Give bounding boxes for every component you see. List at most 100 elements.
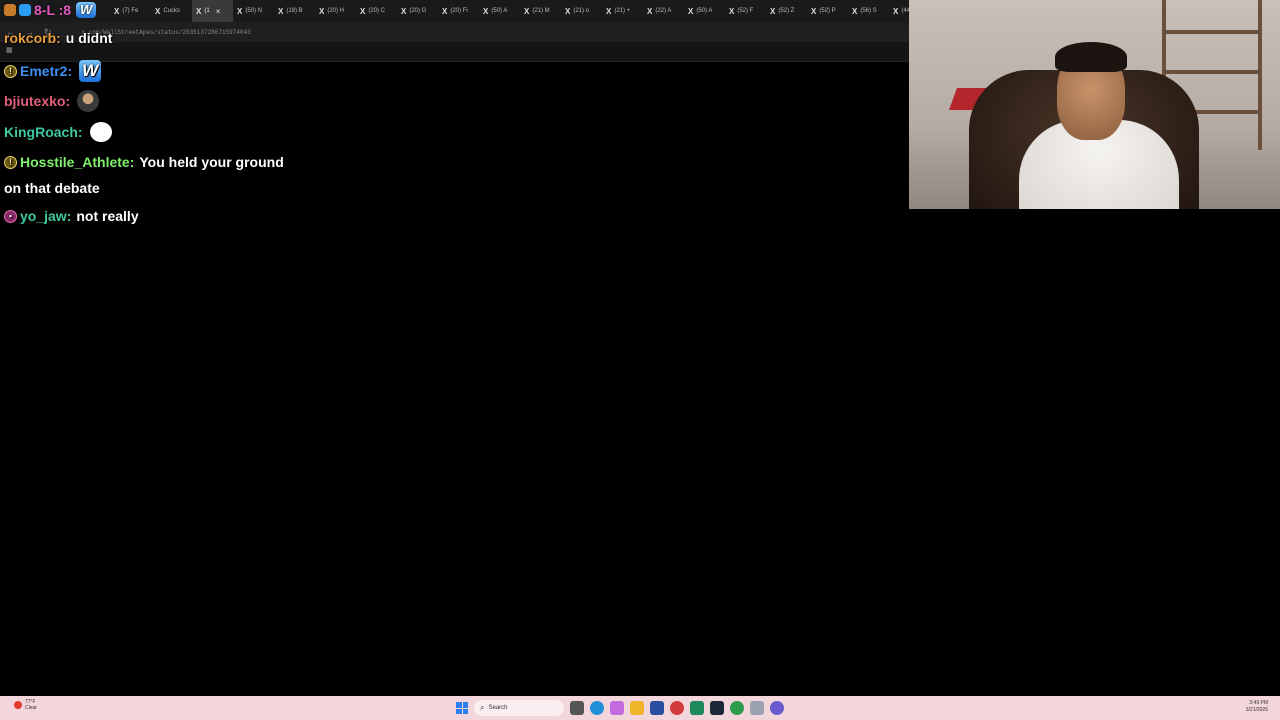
- browser-tab[interactable]: X (50) N: [233, 0, 274, 22]
- browser-tab-strip: X (7) Fe X Cucks X (1 × X (50) N X (18) B X (20) H X(…: [0, 0, 910, 22]
- x-logo-icon: X: [811, 6, 817, 16]
- badge-icon: •: [4, 209, 17, 223]
- speech-bubble-emote-icon: [89, 122, 112, 142]
- streamer-hair: [1055, 42, 1127, 72]
- browser-tab[interactable]: X (20) Fi: [438, 0, 479, 22]
- chat-text: You held your ground: [139, 154, 284, 170]
- browser-tab[interactable]: X (21) M: [520, 0, 561, 22]
- tab-label: (52) F: [737, 8, 754, 14]
- browser-tab[interactable]: X (18) B: [274, 0, 315, 22]
- chat-text: not really: [76, 208, 139, 224]
- tab-label: (52) P: [819, 8, 836, 14]
- browser-tab[interactable]: X (20) C: [356, 0, 397, 22]
- task-view-icon[interactable]: [570, 701, 584, 715]
- taskbar-apps: ⌕ Search: [456, 698, 784, 718]
- badge-icon: !: [4, 155, 17, 169]
- x-logo-icon: X: [114, 6, 120, 16]
- bookmarks-bar: ▦: [0, 42, 910, 62]
- browser-tab[interactable]: X (50) A: [684, 0, 725, 22]
- chat-text: u didnt: [65, 30, 113, 46]
- tab-label: (22) A: [655, 8, 672, 14]
- browser-tab[interactable]: X (1 ×: [192, 0, 233, 22]
- browser-tab[interactable]: X (52) F: [725, 0, 766, 22]
- chat-text: on that debate: [4, 180, 100, 196]
- badge-icon: [4, 4, 16, 16]
- tab-label: (1: [204, 8, 210, 14]
- chat-message: rokcorb: u didnt: [4, 30, 112, 46]
- chrome-icon[interactable]: [730, 701, 744, 715]
- chat-username: bjiutexko:: [4, 93, 71, 109]
- badge-icon: [19, 4, 31, 16]
- weather-desc: Clear: [25, 705, 37, 711]
- tab-label: (18) B: [286, 8, 303, 14]
- chat-message: ! Hosstile_Athlete: You held your ground: [4, 154, 284, 170]
- tab-label: (20) H: [327, 8, 345, 14]
- tab-label: (20) Fi: [450, 8, 468, 14]
- store-icon[interactable]: [650, 701, 664, 715]
- app-icon[interactable]: [670, 701, 684, 715]
- tab-label: (7) Fe: [122, 8, 139, 14]
- apps-grid-icon[interactable]: ▦: [6, 46, 13, 54]
- browser-tab[interactable]: X (21) o: [561, 0, 602, 22]
- x-logo-icon: X: [893, 6, 899, 16]
- browser-tab[interactable]: X (56) S: [848, 0, 889, 22]
- chat-message: KingRoach:: [4, 122, 112, 142]
- edge-icon[interactable]: [590, 701, 604, 715]
- tab-label: (52) Z: [778, 8, 795, 14]
- x-logo-icon: X: [688, 6, 694, 16]
- x-logo-icon: X: [360, 6, 366, 16]
- steam-icon[interactable]: [710, 701, 724, 715]
- browser-tab[interactable]: X Cucks: [151, 0, 192, 22]
- browser-tab[interactable]: X (52) Z: [766, 0, 807, 22]
- chat-username: Hosstile_Athlete:: [20, 154, 135, 170]
- start-icon[interactable]: [456, 702, 468, 714]
- search-icon: ⌕: [480, 703, 485, 712]
- x-logo-icon: X: [196, 6, 202, 16]
- man-emote-icon: [77, 90, 100, 112]
- browser-tab[interactable]: X(44): [889, 0, 910, 22]
- system-clock[interactable]: 3:49 PM 3/21/2026: [1246, 700, 1268, 714]
- browser-tab[interactable]: X (52) P: [807, 0, 848, 22]
- browser-tab[interactable]: X (50) A: [479, 0, 520, 22]
- weather-widget[interactable]: 77°F Clear: [14, 699, 37, 711]
- browser-tab[interactable]: X (20) G: [397, 0, 438, 22]
- chat-message-continuation: on that debate: [4, 180, 100, 196]
- browser-tab[interactable]: X (20) H: [315, 0, 356, 22]
- app-icon[interactable]: [690, 701, 704, 715]
- x-logo-icon: X: [278, 6, 284, 16]
- tab-label: (50) A: [491, 8, 508, 14]
- snipping-tool-icon[interactable]: [750, 701, 764, 715]
- x-logo-icon: X: [483, 6, 489, 16]
- x-logo-icon: X: [524, 6, 530, 16]
- chat-username: KingRoach:: [4, 124, 83, 140]
- clock-time: 3:49 PM: [1249, 700, 1268, 706]
- tab-label: (50) A: [696, 8, 713, 14]
- search-placeholder: Search: [488, 705, 508, 711]
- w-emote-icon: W: [76, 2, 97, 18]
- browser-tab[interactable]: X (7) Fe: [110, 0, 151, 22]
- chat-username: rokcorb:: [4, 30, 61, 46]
- discord-icon[interactable]: [770, 701, 784, 715]
- clock-date: 3/21/2026: [1245, 707, 1268, 713]
- browser-tab[interactable]: X (22) A: [643, 0, 684, 22]
- tab-label: (21) M: [532, 8, 550, 14]
- close-icon[interactable]: ×: [216, 7, 221, 16]
- browser-tab[interactable]: X (21) +: [602, 0, 643, 22]
- chat-message: • yo_jaw: not really: [4, 208, 139, 224]
- x-logo-icon: X: [647, 6, 653, 16]
- address-bar: ← → ↻ x.com/WallStreetApes/status/203513…: [0, 22, 910, 42]
- chat-username: yo_jaw:: [20, 208, 72, 224]
- x-logo-icon: X: [565, 6, 571, 16]
- tab-label: (20) G: [409, 8, 427, 14]
- x-logo-icon: X: [237, 6, 243, 16]
- tab-label: (21) +: [614, 8, 631, 14]
- windows-taskbar: 77°F Clear ⌕ Search 3:49 PM 3/21/2026: [0, 696, 1280, 720]
- x-logo-icon: X: [401, 6, 407, 16]
- tab-label: (20) C: [368, 8, 386, 14]
- webcam-feed: [909, 0, 1280, 209]
- file-explorer-icon[interactable]: [630, 701, 644, 715]
- copilot-icon[interactable]: [610, 701, 624, 715]
- taskbar-search[interactable]: ⌕ Search: [474, 700, 564, 716]
- x-logo-icon: X: [770, 6, 776, 16]
- chat-username: Emetr2:: [20, 63, 73, 79]
